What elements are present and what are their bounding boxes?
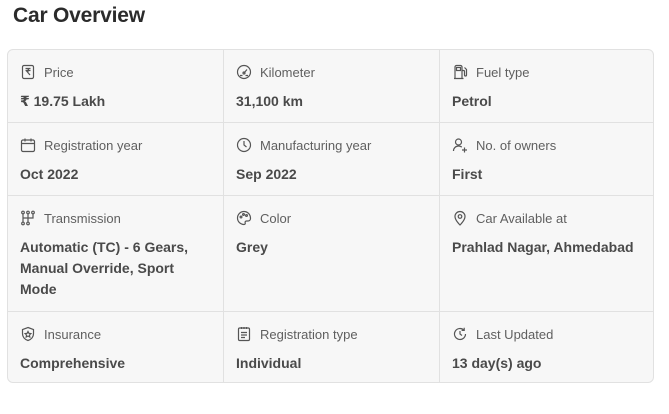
item-value: Petrol [452, 93, 492, 109]
overview-item-color: Color Grey [224, 196, 440, 312]
item-label: Last Updated [476, 326, 554, 342]
item-label: Insurance [44, 326, 102, 342]
owner-icon [452, 137, 468, 153]
overview-item-location: Car Available at Prahlad Nagar, Ahmedaba… [440, 196, 653, 312]
item-value: Individual [236, 355, 302, 371]
refresh-icon [452, 326, 468, 342]
fuel-pump-icon [452, 64, 468, 80]
overview-item-manufacturing-year: Manufacturing year Sep 2022 [224, 123, 440, 196]
item-value: Automatic (TC) - 6 Gears, Manual Overrid… [20, 239, 189, 297]
calendar-icon [20, 137, 36, 153]
overview-item-transmission: Transmission Automatic (TC) - 6 Gears, M… [8, 196, 224, 312]
overview-item-price: Price ₹ 19.75 Lakh [8, 50, 224, 123]
location-pin-icon [452, 210, 468, 226]
item-label: Registration type [260, 326, 358, 342]
item-value: Grey [236, 239, 268, 255]
section-title: Car Overview [13, 4, 145, 27]
item-label: No. of owners [476, 137, 557, 153]
item-label: Color [260, 210, 292, 226]
item-value: First [452, 166, 483, 182]
overview-item-fuel-type: Fuel type Petrol [440, 50, 653, 123]
gear-shift-icon [20, 210, 36, 226]
item-label: Price [44, 64, 74, 80]
item-label: Car Available at [476, 210, 567, 226]
item-value: Sep 2022 [236, 166, 297, 182]
overview-item-last-updated: Last Updated 13 day(s) ago [440, 312, 653, 382]
item-label: Kilometer [260, 64, 315, 80]
shield-icon [20, 326, 36, 342]
item-label: Fuel type [476, 64, 530, 80]
item-label: Registration year [44, 137, 143, 153]
overview-item-registration-type: Registration type Individual [224, 312, 440, 382]
car-overview-card: Price ₹ 19.75 Lakh Kilometer 31,100 km F… [7, 49, 654, 383]
palette-icon [236, 210, 252, 226]
item-value: Comprehensive [20, 355, 126, 371]
overview-item-insurance: Insurance Comprehensive [8, 312, 224, 382]
speedometer-icon [236, 64, 252, 80]
clock-icon [236, 137, 252, 153]
item-value: ₹ 19.75 Lakh [20, 93, 106, 109]
item-value: 13 day(s) ago [452, 355, 542, 371]
document-icon [236, 326, 252, 342]
item-value: 31,100 km [236, 93, 303, 109]
overview-item-kilometer: Kilometer 31,100 km [224, 50, 440, 123]
item-label: Manufacturing year [260, 137, 372, 153]
overview-grid: Price ₹ 19.75 Lakh Kilometer 31,100 km F… [8, 50, 653, 382]
price-tag-icon [20, 64, 36, 80]
item-label: Transmission [44, 210, 121, 226]
item-value: Oct 2022 [20, 166, 79, 182]
item-value: Prahlad Nagar, Ahmedabad [452, 239, 634, 255]
overview-item-owners: No. of owners First [440, 123, 653, 196]
overview-item-registration-year: Registration year Oct 2022 [8, 123, 224, 196]
